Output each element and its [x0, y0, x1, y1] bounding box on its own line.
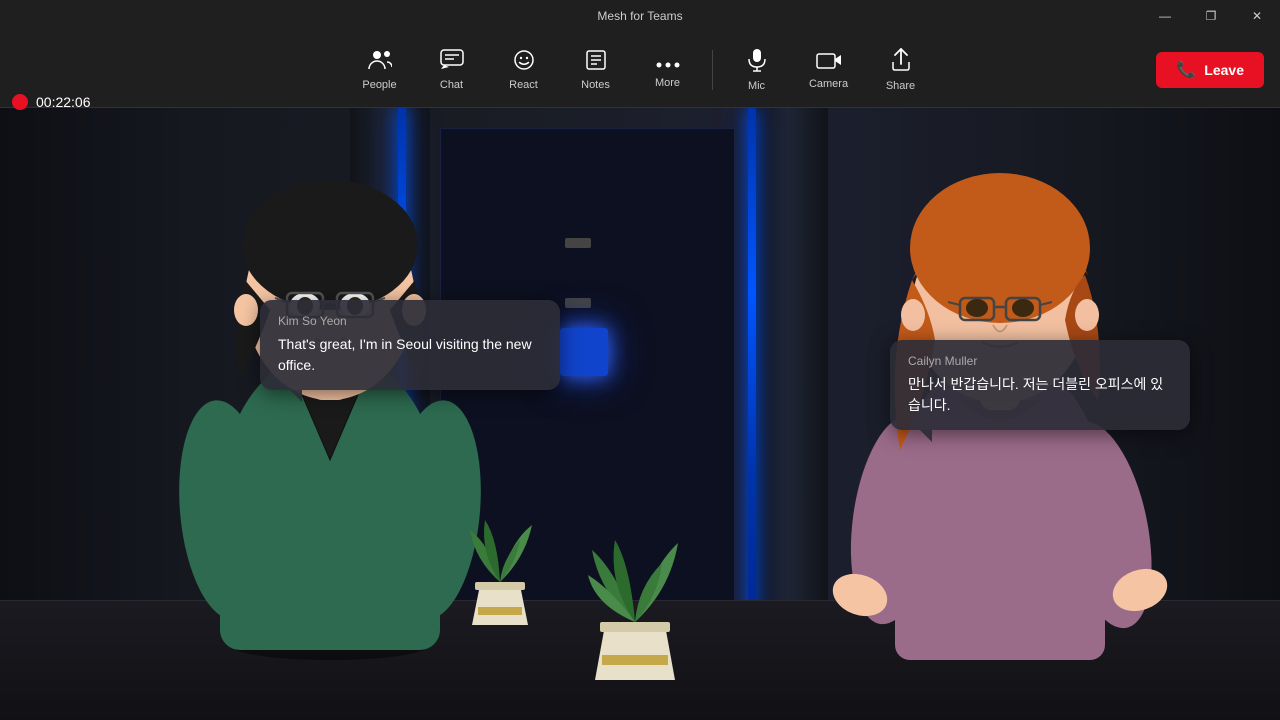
people-icon	[368, 49, 392, 75]
close-button[interactable]: ✕	[1234, 0, 1280, 32]
notes-button[interactable]: Notes	[564, 38, 628, 102]
toolbar: 00:22:06 People Chat	[0, 32, 1280, 108]
chat-label: Chat	[440, 79, 463, 91]
people-button[interactable]: People	[348, 38, 412, 102]
recording-indicator: 00:22:06	[12, 64, 91, 140]
bubble-kim-name: Kim So Yeon	[278, 314, 542, 328]
mic-label: Mic	[748, 80, 765, 92]
leave-button[interactable]: 📞 Leave	[1156, 52, 1264, 88]
share-button[interactable]: Share	[869, 38, 933, 102]
maximize-button[interactable]: ❐	[1188, 0, 1234, 32]
speech-bubble-cailyn: Cailyn Muller 만나서 반갑습니다. 저는 더블린 오피스에 있습니…	[890, 340, 1190, 430]
chat-button[interactable]: Chat	[420, 38, 484, 102]
plant-left	[460, 510, 540, 635]
blue-glow-indicator	[560, 328, 608, 376]
camera-icon	[816, 50, 842, 74]
share-icon	[890, 48, 912, 76]
react-label: React	[509, 79, 538, 91]
react-icon	[512, 49, 536, 75]
mic-button[interactable]: Mic	[725, 38, 789, 102]
window-controls[interactable]: — ❐ ✕	[1142, 0, 1280, 32]
toolbar-separator	[712, 50, 713, 90]
recording-time: 00:22:06	[36, 94, 91, 110]
indicator-dot-1	[565, 238, 591, 248]
camera-button[interactable]: Camera	[797, 38, 861, 102]
title-bar: Mesh for Teams — ❐ ✕	[0, 0, 1280, 32]
bubble-kim-text: That's great, I'm in Seoul visiting the …	[278, 334, 542, 376]
more-icon	[656, 51, 680, 73]
more-label: More	[655, 77, 680, 89]
window-title: Mesh for Teams	[597, 9, 682, 23]
indicator-dot-2	[565, 298, 591, 308]
notes-label: Notes	[581, 79, 610, 91]
people-label: People	[362, 79, 396, 91]
speech-bubble-kim: Kim So Yeon That's great, I'm in Seoul v…	[260, 300, 560, 390]
bubble-cailyn-text: 만나서 반갑습니다. 저는 더블린 오피스에 있습니다.	[908, 374, 1172, 416]
plant-right	[580, 525, 690, 690]
mic-icon	[746, 48, 768, 76]
minimize-button[interactable]: —	[1142, 0, 1188, 32]
bubble-cailyn-name: Cailyn Muller	[908, 354, 1172, 368]
camera-label: Camera	[809, 78, 848, 90]
share-label: Share	[886, 80, 915, 92]
chat-icon	[440, 49, 464, 75]
leave-label: Leave	[1204, 62, 1244, 78]
notes-icon	[585, 49, 607, 75]
react-button[interactable]: React	[492, 38, 556, 102]
recording-dot	[12, 94, 28, 110]
more-button[interactable]: More	[636, 38, 700, 102]
leave-phone-icon: 📞	[1176, 60, 1196, 80]
meeting-scene: Kim So Yeon That's great, I'm in Seoul v…	[0, 108, 1280, 720]
